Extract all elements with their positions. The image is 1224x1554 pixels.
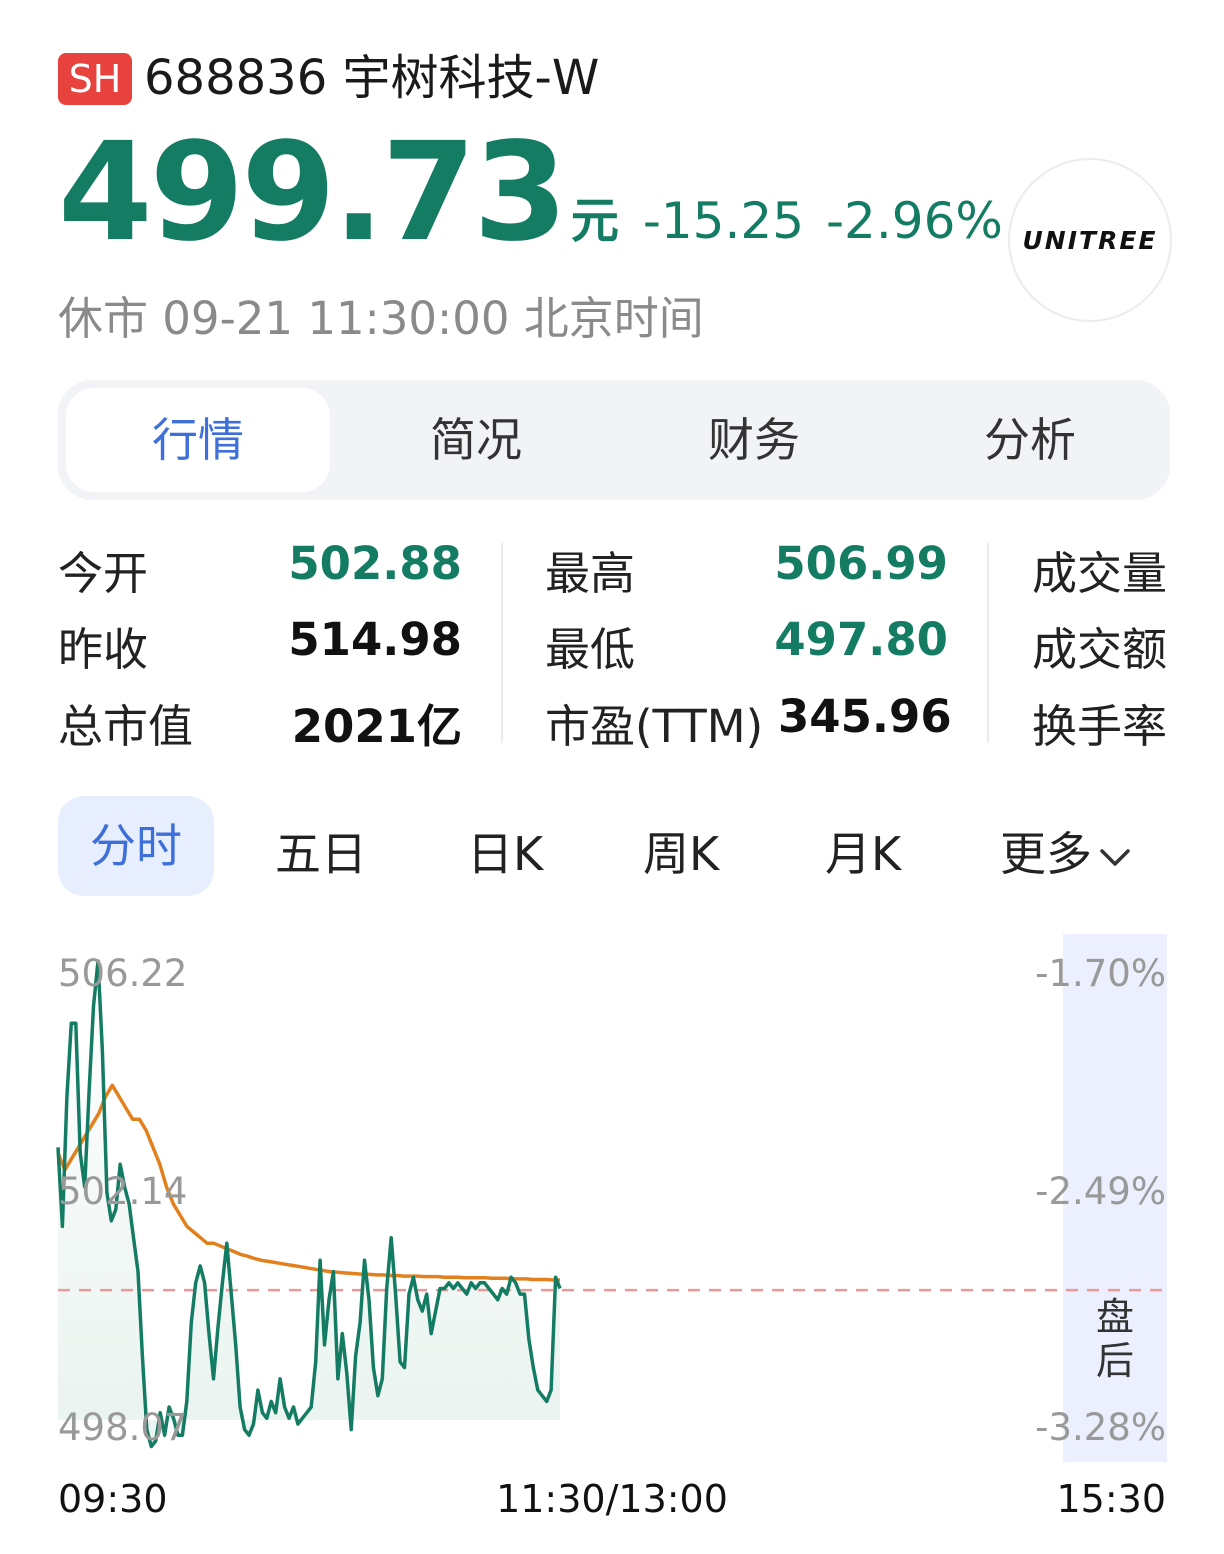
turnover-label: 换手率 xyxy=(1032,700,1168,753)
quote-divider xyxy=(987,543,989,743)
prev-close-value: 514.98 xyxy=(288,613,462,666)
chart-tab-more[interactable]: 更多 xyxy=(1000,818,1132,884)
high-label: 最高 xyxy=(545,547,636,600)
y-axis-tick-label: 506.22 xyxy=(58,952,187,995)
after-hours-label-char: 后 xyxy=(1096,1339,1134,1383)
tab-quote[interactable]: 行情 xyxy=(66,388,330,492)
prev-close-label: 昨收 xyxy=(58,623,149,676)
x-axis-time-label: 15:30 xyxy=(1056,1477,1166,1521)
current-price: 499.73 xyxy=(58,114,568,272)
open-value: 502.88 xyxy=(288,537,462,590)
high-value: 506.99 xyxy=(774,537,948,590)
main-tab-bar: 行情 简况 财务 分析 xyxy=(58,380,1170,500)
low-value: 497.80 xyxy=(774,613,948,666)
exchange-badge: SH xyxy=(58,53,132,105)
price-unit: 元 xyxy=(570,193,619,249)
chart-tab-weekly-k[interactable]: 周K xyxy=(643,818,719,884)
volume-label: 成交量 xyxy=(1032,547,1168,600)
tab-overview[interactable]: 简况 xyxy=(344,388,608,492)
market-status: 休市 09-21 11:30:00 北京时间 xyxy=(58,292,704,345)
open-label: 今开 xyxy=(58,547,149,600)
price-row: 499.73 元 -15.25 -2.96% xyxy=(58,125,1003,261)
pe-ttm-value: 345.96 xyxy=(778,690,952,743)
after-hours-label-char: 盘 xyxy=(1096,1295,1134,1339)
market-cap-label: 总市值 xyxy=(58,700,194,753)
amount-label: 成交额 xyxy=(1032,623,1168,676)
company-logo-text: UNITREE xyxy=(1022,225,1158,255)
intraday-chart[interactable]: 506.22 502.14 498.07 -1.70% -2.49% -3.28… xyxy=(0,920,1224,1540)
price-change: -15.25 xyxy=(642,192,805,250)
chart-tab-daily-k[interactable]: 日K xyxy=(467,818,543,884)
low-label: 最低 xyxy=(545,623,636,676)
tab-analysis[interactable]: 分析 xyxy=(898,388,1162,492)
after-hours-label: 盘后 xyxy=(1096,1295,1134,1383)
y-axis-tick-label: 502.14 xyxy=(58,1170,187,1213)
stock-code-name: 688836 宇树科技-W xyxy=(144,50,600,106)
tab-financials[interactable]: 财务 xyxy=(622,388,886,492)
chart-tab-monthly-k[interactable]: 月K xyxy=(825,818,901,884)
price-change-percent: -2.96% xyxy=(826,192,1003,250)
y-axis-pct-label: -2.49% xyxy=(1035,1170,1166,1213)
quote-divider xyxy=(501,543,503,743)
x-axis-time-label: 09:30 xyxy=(58,1477,168,1521)
chart-tab-five-day[interactable]: 五日 xyxy=(275,818,367,884)
chart-tab-intraday[interactable]: 分时 xyxy=(58,796,214,896)
market-cap-value: 2021亿 xyxy=(291,700,462,753)
company-logo[interactable]: UNITREE xyxy=(1008,158,1172,322)
y-axis-tick-label: 498.07 xyxy=(58,1406,187,1449)
x-axis-time-label: 11:30/13:00 xyxy=(496,1477,728,1521)
chart-tab-more-label: 更多 xyxy=(1000,827,1092,881)
pe-ttm-label: 市盈(TTM) xyxy=(545,700,764,753)
y-axis-pct-label: -1.70% xyxy=(1035,952,1166,995)
chevron-down-icon xyxy=(1100,848,1130,866)
y-axis-pct-label: -3.28% xyxy=(1035,1406,1166,1449)
